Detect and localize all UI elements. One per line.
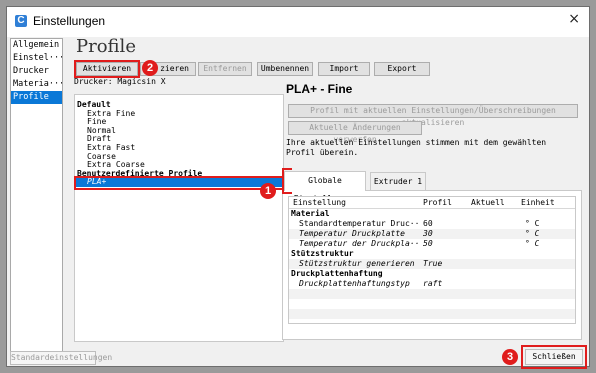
profile-list: Default Extra Fine Fine Normal Draft Ext… — [74, 94, 284, 342]
col-einheit: Einheit — [521, 198, 555, 207]
annotation-badge-2: 2 — [142, 60, 158, 76]
group-material: Material — [291, 209, 330, 218]
setting-name: Standardtemperatur Druc··· — [299, 219, 419, 228]
col-aktuell: Aktuell — [471, 198, 505, 207]
table-row[interactable]: Druckplattenhaftungstyp raft — [289, 279, 575, 289]
annotation-badge-3: 3 — [502, 349, 518, 365]
table-row-empty — [289, 299, 575, 309]
table-row[interactable]: Temperatur Druckplatte 30 ° C — [289, 229, 575, 239]
highlight-close-button — [521, 345, 587, 369]
group-stuetzstruktur: Stützstruktur — [291, 249, 354, 258]
close-icon[interactable]: × — [568, 11, 580, 27]
setting-name: Stützstruktur generieren — [299, 259, 415, 268]
setting-name: Temperatur Druckplatte — [299, 229, 405, 238]
settings-table: Einstellung Profil Aktuell Einheit Mater… — [288, 196, 576, 324]
table-row[interactable]: Standardtemperatur Druc··· 60 ° C — [289, 219, 575, 229]
setting-name: Temperatur der Druckpla··· — [299, 239, 419, 248]
profile-value: 30 — [423, 229, 433, 238]
import-button[interactable]: Import — [318, 62, 370, 76]
sidebar-item-einstellungen[interactable]: Einstel··· — [11, 52, 62, 65]
app-icon: C — [15, 15, 27, 27]
title-bar: C Einstellungen × — [7, 7, 589, 37]
profile-value: 60 — [423, 219, 433, 228]
annotation-badge-1: 1 — [260, 183, 276, 199]
sidebar-item-materialien[interactable]: Materia··· — [11, 78, 62, 91]
table-row-empty — [289, 289, 575, 299]
discard-changes-button[interactable]: Aktuelle Änderungen verwerfen — [288, 121, 422, 144]
col-profil: Profil — [423, 198, 452, 207]
highlight-aktivieren — [74, 60, 140, 78]
update-profile-button[interactable]: Profil mit aktuellen Einstellungen/Übers… — [288, 104, 578, 127]
unit-value: ° C — [525, 239, 540, 248]
info-text: Ihre aktuellen Einstellungen stimmen mit… — [286, 138, 547, 157]
highlight-pla-profile — [74, 176, 284, 190]
settings-category-list: Allgemein Einstel··· Drucker Materia··· … — [10, 38, 63, 352]
tab-globale-einstellungen[interactable]: Globale Einstellungen — [284, 171, 366, 203]
sidebar-item-drucker[interactable]: Drucker — [11, 65, 62, 78]
profile-title: PLA+ - Fine — [286, 82, 353, 96]
profile-value: 50 — [423, 239, 433, 248]
unit-value: ° C — [525, 219, 540, 228]
profile-value: True — [423, 259, 443, 268]
group-druckplattenhaftung: Druckplattenhaftung — [291, 269, 383, 278]
setting-name: Druckplattenhaftungstyp — [299, 279, 410, 288]
export-button[interactable]: Export — [374, 62, 430, 76]
window-title: Einstellungen — [33, 14, 106, 28]
sidebar-item-profile[interactable]: Profile — [11, 91, 62, 104]
tab-extruder-1[interactable]: Extruder 1 — [370, 172, 426, 191]
defaults-button[interactable]: Standardeinstellungen — [10, 351, 112, 365]
unit-value: ° C — [525, 229, 540, 238]
table-row[interactable]: Temperatur der Druckpla··· 50 ° C — [289, 239, 575, 249]
sidebar-item-allgemein[interactable]: Allgemein — [11, 39, 62, 52]
profile-value: raft — [423, 279, 443, 288]
profile-item[interactable]: Extra Fine — [75, 109, 283, 119]
page-title: Profile — [76, 36, 136, 57]
table-row-empty — [289, 309, 575, 319]
printer-label: Drucker: Magicsin X — [74, 77, 166, 86]
highlight-tab-edge — [282, 168, 292, 194]
col-einstellung: Einstellung — [293, 198, 346, 207]
table-row[interactable]: Stützstruktur generieren True — [289, 259, 575, 269]
table-header: Einstellung Profil Aktuell Einheit — [289, 197, 575, 209]
entfernen-button[interactable]: Entfernen — [198, 62, 252, 76]
umbenennen-button[interactable]: Umbenennen — [257, 62, 313, 76]
